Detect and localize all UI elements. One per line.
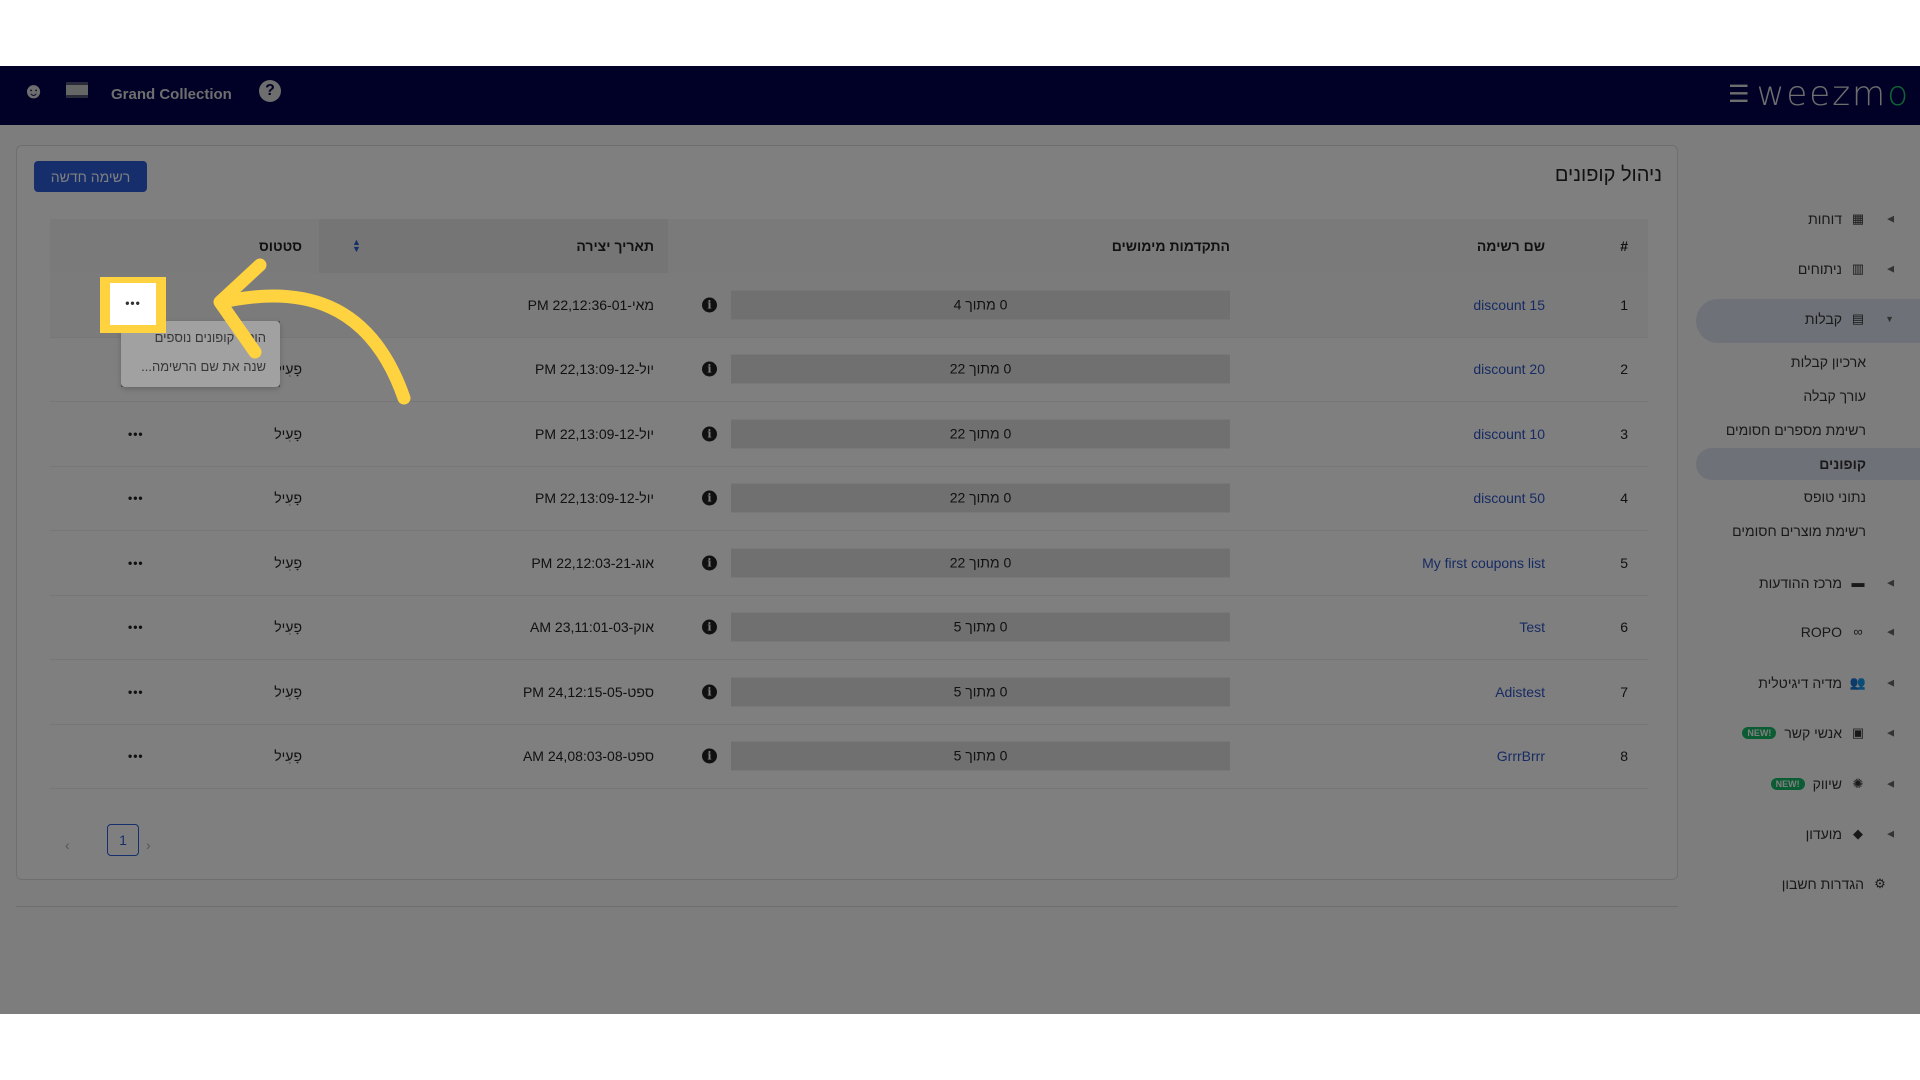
pointer-arrow <box>213 258 411 405</box>
arrow-head <box>213 258 267 359</box>
